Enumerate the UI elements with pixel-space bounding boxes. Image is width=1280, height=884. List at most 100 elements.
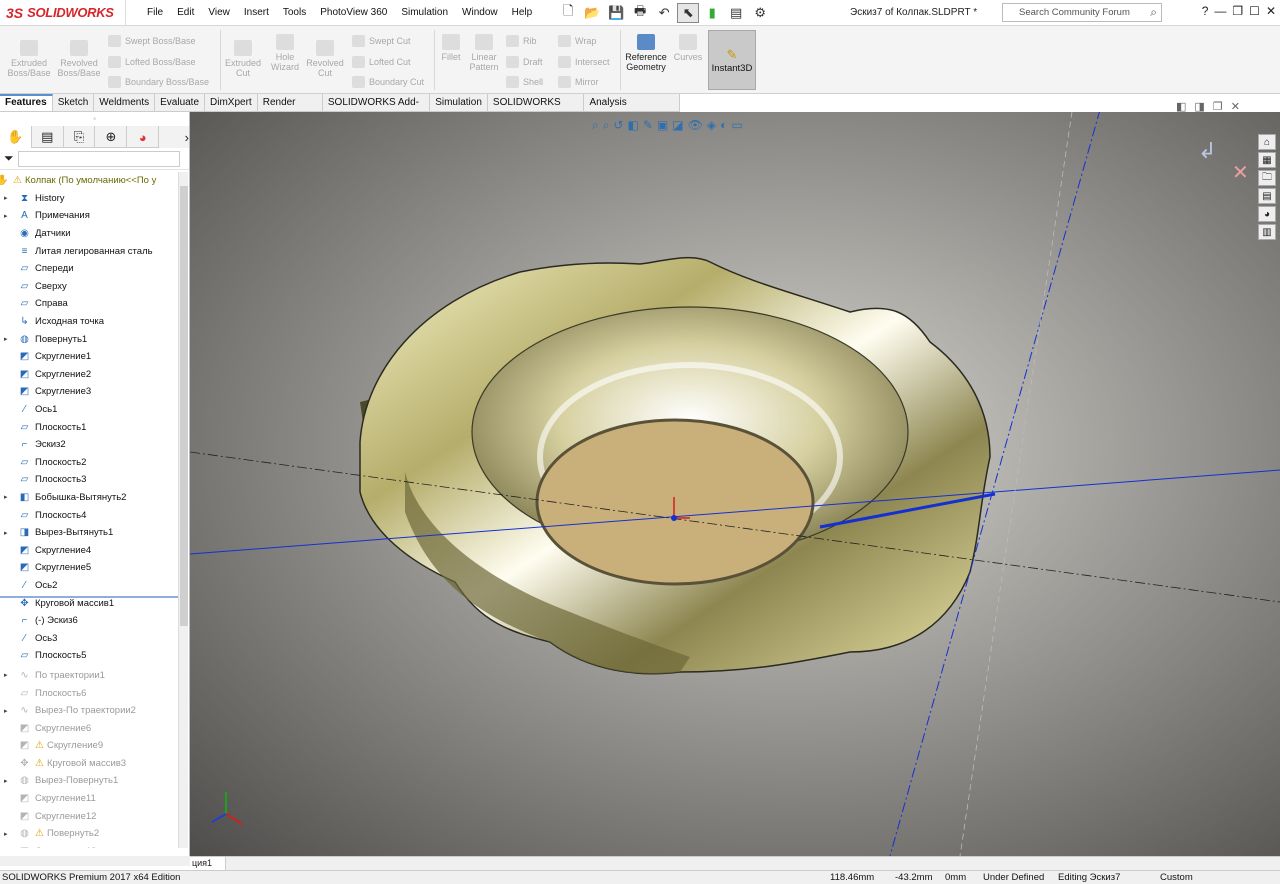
menu-item[interactable]: View	[201, 7, 237, 18]
tab-solidworks-mbd[interactable]: SOLIDWORKS MBD	[488, 94, 585, 125]
section-view-icon[interactable]: ◧	[628, 118, 639, 133]
reference-geometry-button[interactable]: Reference Geometry	[622, 34, 670, 72]
home-icon[interactable]: ⌂	[1258, 134, 1276, 150]
intersect-button[interactable]: Intersect	[558, 56, 610, 68]
mirror-button[interactable]: Mirror	[558, 76, 599, 88]
close-icon[interactable]: ✕	[1266, 4, 1276, 18]
tree-node[interactable]: ◩ Скругление11	[0, 790, 178, 808]
tree-scrollbar[interactable]	[178, 172, 188, 848]
tree-node[interactable]: ◩ Скругление12	[0, 807, 178, 825]
tab-features[interactable]: Features	[0, 94, 53, 111]
tree-node[interactable]: ▱ Спереди	[0, 260, 178, 278]
expand-arrow-icon[interactable]: ▸	[4, 671, 12, 679]
tree-node[interactable]: ⁄ Ось3	[0, 629, 178, 647]
swept-boss-button[interactable]: Swept Boss/Base	[108, 35, 196, 47]
dynamic-annotation-icon[interactable]: ✎	[643, 118, 653, 133]
appearances-icon[interactable]: ◕	[1258, 206, 1276, 222]
search-community-box[interactable]: Search Community Forum ⌕	[1002, 3, 1162, 22]
swept-cut-button[interactable]: Swept Cut	[352, 35, 411, 47]
tab-dimxpert[interactable]: DimXpert	[205, 94, 258, 111]
hide-show-items-icon[interactable]: 👁	[688, 118, 703, 133]
tree-horizontal-scrollbar[interactable]	[0, 856, 190, 866]
confirm-ok-icon[interactable]: ↲	[1198, 138, 1216, 164]
cancel-sketch-icon[interactable]: ✕	[1232, 160, 1249, 185]
tree-node[interactable]: ▸ ◨ Вырез-Вытянуть1	[0, 524, 178, 542]
tree-node[interactable]: ▱ Плоскость3	[0, 471, 178, 489]
tree-node[interactable]: ▱ Плоскость2	[0, 454, 178, 472]
curves-button[interactable]: Curves	[672, 34, 704, 62]
custom-properties-icon[interactable]: ▥	[1258, 224, 1276, 240]
tree-node[interactable]: ◩ Скругление4	[0, 541, 178, 559]
menu-item[interactable]: Simulation	[394, 7, 455, 18]
maximize-icon[interactable]: ☐	[1249, 4, 1260, 18]
apply-scene-icon[interactable]: ◐	[720, 118, 727, 133]
boundary-boss-button[interactable]: Boundary Boss/Base	[108, 76, 209, 88]
save-icon[interactable]: 💾	[605, 3, 627, 23]
instant3d-button[interactable]: ✎ Instant3D	[708, 30, 756, 90]
expand-arrow-icon[interactable]: ▸	[4, 707, 12, 715]
revolved-cut-button[interactable]: Revolved Cut	[306, 40, 344, 78]
expand-arrow-icon[interactable]: ▸	[4, 194, 12, 202]
view-orientation-icon[interactable]: ▣	[657, 118, 668, 133]
featuremanager-tab-icon[interactable]: ✋	[0, 126, 32, 148]
tree-node[interactable]: ▸ A Примечания	[0, 207, 178, 225]
tab-weldments[interactable]: Weldments	[94, 94, 156, 111]
tree-node[interactable]: ◩ Скругление3	[0, 383, 178, 401]
search-input-placeholder[interactable]: Search Community Forum	[1019, 7, 1130, 18]
tree-node[interactable]: ▱ Плоскость1	[0, 418, 178, 436]
tree-node[interactable]: ▱ Справа	[0, 295, 178, 313]
options-gear-icon[interactable]: ⚙	[749, 3, 771, 23]
menu-item[interactable]: Tools	[276, 7, 313, 18]
menu-item[interactable]: Edit	[170, 7, 201, 18]
boundary-cut-button[interactable]: Boundary Cut	[352, 76, 424, 88]
dimxpert-tab-icon[interactable]: ⊕	[95, 126, 128, 148]
viewport-restore-icon[interactable]: ❐	[1213, 100, 1223, 113]
tree-node[interactable]: ▱ Плоскость4	[0, 506, 178, 524]
extruded-boss-button[interactable]: Extruded Boss/Base	[6, 40, 52, 78]
expand-arrow-icon[interactable]: ▸	[4, 777, 12, 785]
search-icon[interactable]: ⌕	[1150, 5, 1157, 20]
tree-node[interactable]: ◉ Датчики	[0, 225, 178, 243]
tree-node[interactable]: ◩ Скругление5	[0, 559, 178, 577]
minimize-icon[interactable]: —	[1214, 4, 1226, 18]
tree-node[interactable]: ▱ Плоскость5	[0, 647, 178, 665]
zoom-to-fit-icon[interactable]: ⌕	[592, 118, 599, 133]
solidworks-logo[interactable]: 3S SOLIDWORKS	[0, 0, 126, 26]
tree-node[interactable]: ≡ Литая легированная сталь	[0, 242, 178, 260]
viewport-prev-icon[interactable]: ◧	[1176, 100, 1186, 113]
edit-appearance-icon[interactable]: ◈	[707, 118, 716, 133]
previous-view-icon[interactable]: ↺	[613, 118, 623, 133]
tree-node[interactable]: ⌐ (-) Эскиз6	[0, 612, 178, 630]
tree-node[interactable]: ▱ Сверху	[0, 278, 178, 296]
tree-node[interactable]: ▸ ◍ ⚠ Повернуть2	[0, 825, 178, 843]
filter-icon[interactable]: ⏷	[4, 151, 14, 166]
hole-wizard-button[interactable]: Hole Wizard	[266, 34, 304, 72]
zoom-to-area-icon[interactable]: ⌕	[603, 118, 610, 133]
unit-system[interactable]: Custom	[1160, 872, 1193, 883]
tab-simulation[interactable]: Simulation	[430, 94, 488, 111]
tab-render-tools[interactable]: Render Tools	[258, 94, 323, 125]
print-icon[interactable]: 🖶	[629, 3, 651, 23]
select-pointer-icon[interactable]: ⬉	[677, 2, 700, 23]
shell-button[interactable]: Shell	[506, 76, 543, 88]
configurationmanager-tab-icon[interactable]: ⎘	[64, 126, 96, 148]
fillet-button[interactable]: Fillet	[438, 34, 464, 62]
tree-node[interactable]: ◩ Скругление1	[0, 348, 178, 366]
expand-arrow-icon[interactable]: ▸	[4, 529, 12, 537]
tab-analysis-preparation[interactable]: Analysis Preparation	[584, 94, 680, 125]
tree-node[interactable]: ⌐ Эскиз2	[0, 436, 178, 454]
rib-button[interactable]: Rib	[506, 35, 537, 47]
undo-icon[interactable]: ↶	[653, 3, 675, 23]
tab-solidworks-add-ins[interactable]: SOLIDWORKS Add-Ins	[323, 94, 431, 125]
menu-item[interactable]: Window	[455, 7, 505, 18]
tree-node[interactable]: ▸ ◍ Вырез-Повернуть1	[0, 772, 178, 790]
panel-expand-chevron-icon[interactable]: ›	[159, 126, 189, 148]
draft-button[interactable]: Draft	[506, 56, 543, 68]
file-properties-icon[interactable]: ▤	[725, 3, 747, 23]
open-icon[interactable]: 📂	[581, 3, 603, 23]
tree-node[interactable]: ↳ Исходная точка	[0, 313, 178, 331]
panel-grip[interactable]: ◦	[0, 112, 189, 126]
rollback-bar[interactable]	[0, 596, 178, 598]
menu-item[interactable]: PhotoView 360	[313, 7, 394, 18]
tree-node[interactable]: ▸ ◧ Бобышка-Вытянуть2	[0, 489, 178, 507]
